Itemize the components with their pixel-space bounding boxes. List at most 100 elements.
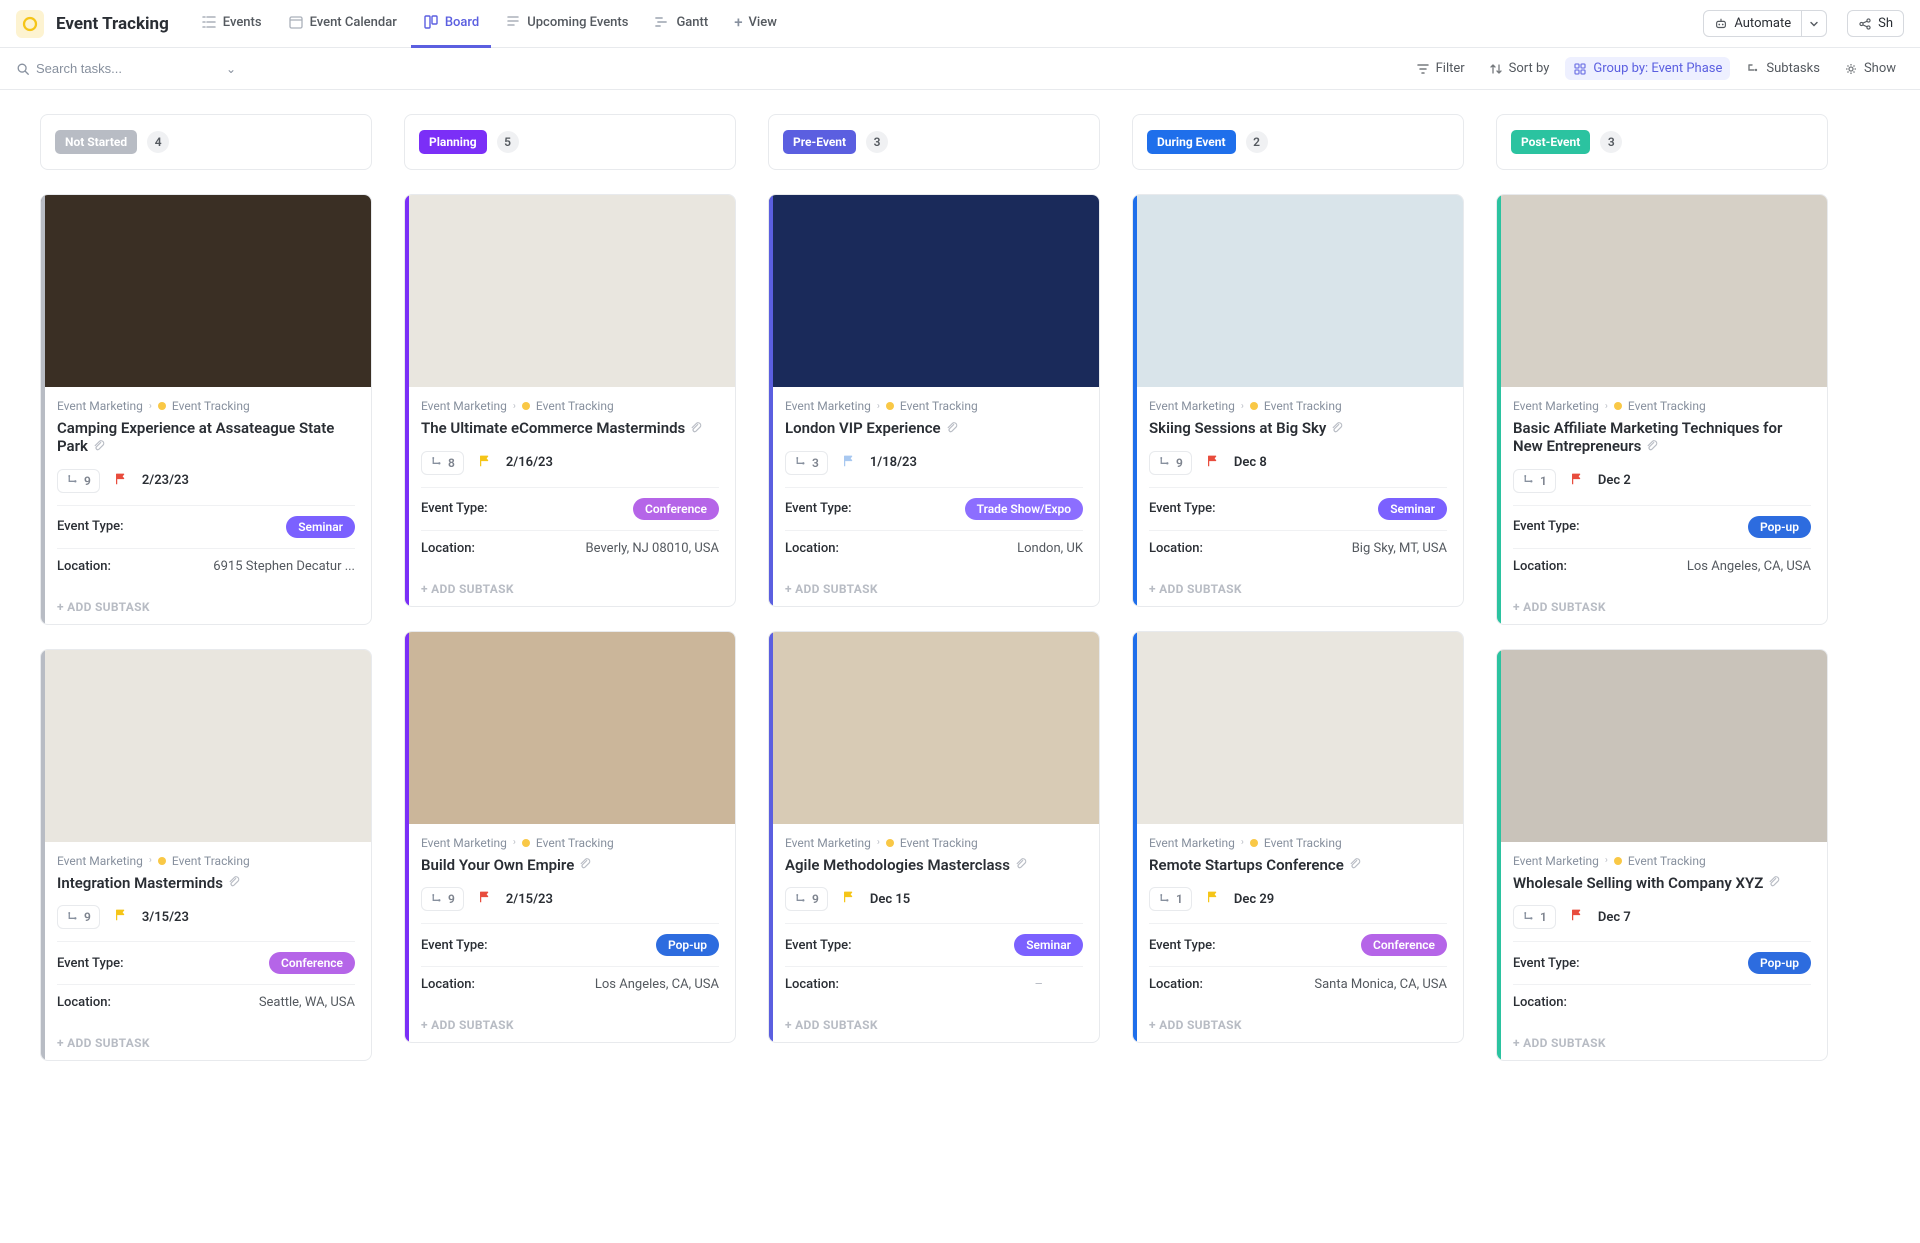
priority-flag-icon[interactable] xyxy=(478,454,492,472)
due-date[interactable]: Dec 2 xyxy=(1598,473,1631,488)
due-date[interactable]: 2/16/23 xyxy=(506,455,553,470)
add-subtask-button[interactable]: + ADD SUBTASK xyxy=(41,1026,371,1060)
column-header[interactable]: Post-Event3 xyxy=(1496,114,1828,170)
column-header[interactable]: Planning5 xyxy=(404,114,736,170)
event-type-badge[interactable]: Seminar xyxy=(1014,934,1083,956)
breadcrumb[interactable]: Event Marketing›Event Tracking xyxy=(1149,836,1447,850)
sort-button[interactable]: Sort by xyxy=(1481,57,1558,80)
tab-gantt[interactable]: Gantt xyxy=(642,0,720,48)
add-subtask-button[interactable]: + ADD SUBTASK xyxy=(41,590,371,624)
automate-button[interactable]: Automate xyxy=(1703,10,1802,37)
subtask-count: 9 xyxy=(84,910,91,924)
breadcrumb[interactable]: Event Marketing›Event Tracking xyxy=(785,836,1083,850)
event-type-badge[interactable]: Trade Show/Expo xyxy=(965,498,1083,520)
subtask-icon xyxy=(1522,474,1535,487)
subtask-count-chip[interactable]: 1 xyxy=(1149,887,1192,911)
subtasks-button[interactable]: Subtasks xyxy=(1738,57,1828,80)
priority-flag-icon[interactable] xyxy=(1570,908,1584,926)
automate-dropdown[interactable] xyxy=(1802,10,1827,37)
priority-flag-icon[interactable] xyxy=(114,472,128,490)
task-card[interactable]: Event Marketing›Event TrackingBuild Your… xyxy=(404,631,736,1044)
tab-upcoming[interactable]: Upcoming Events xyxy=(493,0,640,48)
column-header[interactable]: Pre-Event3 xyxy=(768,114,1100,170)
tab-board[interactable]: Board xyxy=(411,0,491,48)
breadcrumb[interactable]: Event Marketing›Event Tracking xyxy=(1513,399,1811,413)
task-card[interactable]: Event Marketing›Event TrackingLondon VIP… xyxy=(768,194,1100,607)
event-type-badge[interactable]: Pop-up xyxy=(1748,952,1811,974)
tab-events[interactable]: Events xyxy=(189,0,274,48)
due-date[interactable]: Dec 7 xyxy=(1598,910,1631,925)
add-subtask-button[interactable]: + ADD SUBTASK xyxy=(405,1008,735,1042)
event-type-badge[interactable]: Pop-up xyxy=(656,934,719,956)
add-subtask-button[interactable]: + ADD SUBTASK xyxy=(1497,1026,1827,1060)
task-card[interactable]: Event Marketing›Event TrackingBasic Affi… xyxy=(1496,194,1828,625)
event-type-badge[interactable]: Seminar xyxy=(286,516,355,538)
subtask-count-chip[interactable]: 9 xyxy=(57,905,100,929)
subtask-count-chip[interactable]: 9 xyxy=(421,887,464,911)
tab-calendar[interactable]: Event Calendar xyxy=(276,0,409,48)
add-subtask-button[interactable]: + ADD SUBTASK xyxy=(1497,590,1827,624)
subtask-icon xyxy=(794,456,807,469)
column-header[interactable]: During Event2 xyxy=(1132,114,1464,170)
subtask-count-chip[interactable]: 9 xyxy=(1149,451,1192,475)
priority-flag-icon[interactable] xyxy=(478,890,492,908)
task-card[interactable]: Event Marketing›Event TrackingIntegratio… xyxy=(40,649,372,1062)
task-card[interactable]: Event Marketing›Event TrackingCamping Ex… xyxy=(40,194,372,625)
subtask-count-chip[interactable]: 3 xyxy=(785,451,828,475)
add-subtask-button[interactable]: + ADD SUBTASK xyxy=(1133,1008,1463,1042)
priority-flag-icon[interactable] xyxy=(1206,890,1220,908)
add-subtask-button[interactable]: + ADD SUBTASK xyxy=(405,572,735,606)
due-date[interactable]: 2/15/23 xyxy=(506,892,553,907)
priority-flag-icon[interactable] xyxy=(842,454,856,472)
task-card[interactable]: Event Marketing›Event Tracking The Ultima… xyxy=(404,194,736,607)
due-date[interactable]: Dec 8 xyxy=(1234,455,1267,470)
due-date[interactable]: Dec 15 xyxy=(870,892,910,907)
tab-add-view[interactable]: + View xyxy=(722,0,789,48)
breadcrumb[interactable]: Event Marketing›Event Tracking xyxy=(1149,399,1447,413)
add-subtask-button[interactable]: + ADD SUBTASK xyxy=(769,572,1099,606)
due-date[interactable]: 2/23/23 xyxy=(142,473,189,488)
event-type-badge[interactable]: Conference xyxy=(1361,934,1447,956)
priority-flag-icon[interactable] xyxy=(842,890,856,908)
breadcrumb-child: Event Tracking xyxy=(900,836,978,850)
subtask-count-chip[interactable]: 1 xyxy=(1513,905,1556,929)
column-post: Post-Event3 Event Marketing›Event Trackin… xyxy=(1496,114,1828,1061)
task-card[interactable]: Event Marketing›Event TrackingSkiing Ses… xyxy=(1132,194,1464,607)
filter-button[interactable]: Filter xyxy=(1408,57,1473,80)
breadcrumb[interactable]: Event Marketing›Event Tracking xyxy=(57,399,355,413)
breadcrumb[interactable]: Event Marketing›Event Tracking xyxy=(785,399,1083,413)
breadcrumb-parent: Event Marketing xyxy=(57,854,143,868)
due-date[interactable]: Dec 29 xyxy=(1234,892,1274,907)
show-button[interactable]: Show xyxy=(1836,57,1904,80)
event-type-badge[interactable]: Pop-up xyxy=(1748,516,1811,538)
subtask-count-chip[interactable]: 1 xyxy=(1513,469,1556,493)
task-card[interactable]: Event Marketing›Event TrackingRemote Sta… xyxy=(1132,631,1464,1044)
task-card[interactable]: Event Marketing›Event TrackingAgile Meth… xyxy=(768,631,1100,1044)
priority-flag-icon[interactable] xyxy=(114,908,128,926)
event-type-badge[interactable]: Seminar xyxy=(1378,498,1447,520)
card-title: The Ultimate eCommerce Masterminds xyxy=(421,419,685,437)
subtask-count-chip[interactable]: 9 xyxy=(785,887,828,911)
column-header[interactable]: Not Started4 xyxy=(40,114,372,170)
breadcrumb[interactable]: Event Marketing›Event Tracking xyxy=(421,836,719,850)
due-date[interactable]: 3/15/23 xyxy=(142,910,189,925)
add-subtask-button[interactable]: + ADD SUBTASK xyxy=(1133,572,1463,606)
add-subtask-button[interactable]: + ADD SUBTASK xyxy=(769,1008,1099,1042)
priority-flag-icon[interactable] xyxy=(1570,472,1584,490)
due-date[interactable]: 1/18/23 xyxy=(870,455,917,470)
subtask-count: 1 xyxy=(1540,910,1547,924)
breadcrumb[interactable]: Event Marketing›Event Tracking xyxy=(421,399,719,413)
subtask-count-chip[interactable]: 9 xyxy=(57,469,100,493)
event-type-badge[interactable]: Conference xyxy=(269,952,355,974)
subtask-count-chip[interactable]: 8 xyxy=(421,451,464,475)
breadcrumb[interactable]: Event Marketing›Event Tracking xyxy=(57,854,355,868)
group-button[interactable]: Group by: Event Phase xyxy=(1565,57,1730,80)
task-card[interactable]: Event Marketing›Event TrackingWholesale … xyxy=(1496,649,1828,1062)
breadcrumb[interactable]: Event Marketing›Event Tracking xyxy=(1513,854,1811,868)
event-type-badge[interactable]: Conference xyxy=(633,498,719,520)
share-button[interactable]: Sh xyxy=(1847,10,1904,37)
priority-flag-icon[interactable] xyxy=(1206,454,1220,472)
subtask-icon xyxy=(1158,456,1171,469)
search-input[interactable] xyxy=(36,61,236,76)
chevron-down-icon[interactable]: ⌄ xyxy=(226,62,236,76)
